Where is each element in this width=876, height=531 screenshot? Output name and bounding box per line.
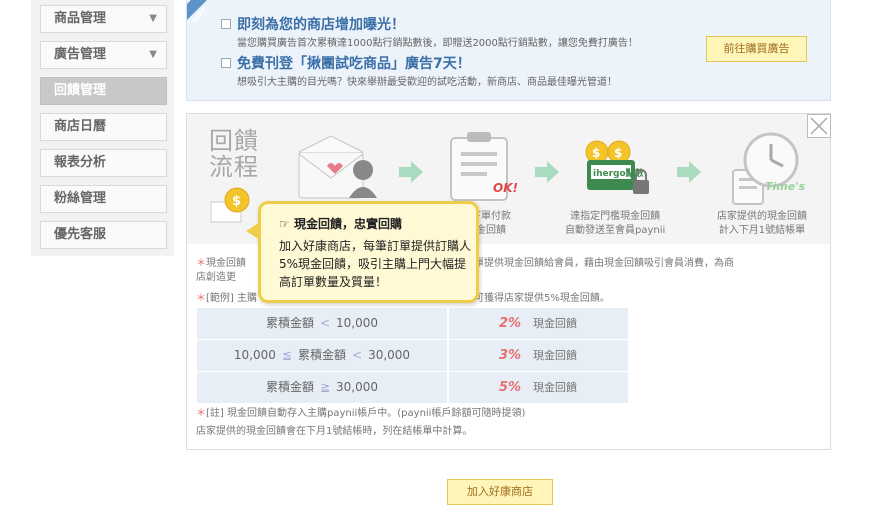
arrow-right-icon bbox=[535, 161, 559, 183]
flow-title: 回饋 流程 bbox=[209, 128, 259, 180]
gift-ribbon: GIFT bbox=[187, 0, 225, 40]
note-text: [註] 現金回饋自動存入主購paynii帳戶中。(paynii帳戶餘額可隨時提領… bbox=[206, 408, 526, 419]
rate-percent-label: 現金回饋 bbox=[533, 381, 577, 394]
rate-label: 累積金額 bbox=[265, 316, 314, 330]
table-row: 累積金額 <10,000 2% 現金回饋 bbox=[197, 308, 628, 340]
order-clipboard-icon: OK! bbox=[450, 132, 518, 201]
rate-percent-cell: 5% 現金回饋 bbox=[449, 372, 628, 403]
close-button[interactable] bbox=[807, 114, 831, 138]
cashback-tooltip: ☞ 現金回饋，忠實回購 加入好康商店，每筆訂單提供訂購人5%現金回饋，吸引主購上… bbox=[246, 201, 479, 303]
join-shop-button[interactable]: 加入好康商店 bbox=[447, 479, 553, 505]
buy-ad-button[interactable]: 前往購買廣告 bbox=[706, 36, 807, 62]
flow-caption-line: 達指定門檻現金回饋 bbox=[570, 211, 661, 222]
note-text: 現金回饋 bbox=[206, 258, 246, 269]
tooltip-title-text: 現金回饋，忠實回購 bbox=[293, 217, 402, 231]
rate-label: 累積金額 bbox=[265, 380, 314, 394]
sidebar-item-label: 廣告管理 bbox=[54, 47, 107, 62]
rate-symbol: ≧ bbox=[319, 380, 331, 394]
svg-text:$: $ bbox=[232, 194, 241, 209]
sidebar-item-label: 商品管理 bbox=[54, 11, 107, 26]
flow-caption-line: 店家提供的現金回饋 bbox=[717, 211, 807, 222]
rate-condition: 累積金額 ≧ 30,000 bbox=[197, 372, 447, 403]
rate-value: 10,000 bbox=[336, 316, 379, 330]
arrow-right-icon bbox=[399, 161, 423, 183]
sidebar-item-ads[interactable]: 廣告管理 ▼ bbox=[40, 41, 167, 69]
ok-text: OK! bbox=[493, 181, 518, 195]
sidebar-item-label: 粉絲管理 bbox=[54, 191, 107, 206]
close-icon bbox=[810, 117, 828, 135]
rate-value: 30,000 bbox=[336, 380, 379, 394]
pointing-hand-icon: ☞ bbox=[279, 217, 290, 231]
rate-symbol: < bbox=[352, 348, 363, 362]
envelope-person-icon bbox=[298, 135, 377, 199]
coin-envelope-icon: $ bbox=[210, 187, 250, 223]
flow-caption-line: 計入下月1號結帳單 bbox=[718, 225, 806, 236]
arrow-right-icon bbox=[677, 161, 701, 183]
rate-percent: 5% bbox=[499, 380, 522, 395]
note-star: ＊ bbox=[196, 258, 206, 269]
sidebar: 商品管理 ▼ 廣告管理 ▼ 回饋管理 商店日曆 報表分析 粉絲管理 優先客服 bbox=[31, 0, 174, 256]
rate-percent: 2% bbox=[499, 316, 522, 331]
footnote: ＊[註] 現金回饋自動存入主購paynii帳戶中。(paynii帳戶餘額可隨時提… bbox=[196, 407, 525, 421]
promo-title[interactable]: 即刻為您的商店增加曝光！ bbox=[237, 14, 405, 34]
svg-text:$: $ bbox=[592, 146, 600, 160]
tooltip-pointer bbox=[246, 222, 260, 240]
flow-caption-line: 自動發送至會員paynii bbox=[565, 225, 666, 236]
rate-value: 30,000 bbox=[368, 348, 411, 362]
rate-condition: 累積金額 <10,000 bbox=[197, 308, 447, 339]
table-row: 10,000 ≦ 累積金額 <30,000 3% 現金回饋 bbox=[197, 340, 628, 372]
promo-title[interactable]: 免費刊登「揪團試吃商品」廣告7天！ bbox=[237, 53, 471, 73]
flow-caption: 達指定門檻現金回饋 自動發送至會員paynii bbox=[565, 210, 665, 238]
points-card-icon: $ $ ihergo點數 bbox=[585, 140, 649, 194]
table-row: 累積金額 ≧ 30,000 5% 現金回饋 bbox=[197, 372, 628, 404]
sidebar-item-calendar[interactable]: 商店日曆 bbox=[40, 113, 167, 141]
flow-title-line: 回饋 bbox=[209, 127, 259, 155]
promo-checkbox[interactable] bbox=[221, 19, 231, 29]
sidebar-item-label: 商店日曆 bbox=[54, 119, 107, 134]
sidebar-item-label: 回饋管理 bbox=[54, 83, 107, 98]
sidebar-item-fans[interactable]: 粉絲管理 bbox=[40, 185, 167, 213]
footnote: 店家提供的現金回饋會在下月1號結帳時，列在結帳單中計算。 bbox=[196, 425, 472, 439]
clock-icon: Time's up!! bbox=[732, 132, 807, 205]
note-text: 高可獲得店家提供5%現金回饋。 bbox=[463, 293, 610, 304]
rate-percent-label: 現金回饋 bbox=[533, 317, 577, 330]
note-star: ＊ bbox=[196, 293, 206, 304]
sidebar-item-label: 報表分析 bbox=[54, 155, 107, 170]
rate-symbol: < bbox=[319, 316, 331, 330]
rate-percent: 3% bbox=[499, 348, 522, 363]
clock-text: Time's up!! bbox=[765, 180, 807, 193]
tooltip-body: 加入好康商店，每筆訂單提供訂購人5%現金回饋，吸引主購上門大幅提高訂單數量及質量… bbox=[279, 239, 472, 289]
chevron-down-icon: ▼ bbox=[149, 13, 157, 24]
gift-banner: GIFT 即刻為您的商店增加曝光！ 當您購買廣告首次累積達1000點行銷點數後，… bbox=[186, 0, 831, 101]
tooltip-title: ☞ 現金回饋，忠實回購 bbox=[279, 215, 402, 232]
rate-percent-label: 現金回饋 bbox=[533, 349, 577, 362]
flow-caption: 店家提供的現金回饋 計入下月1號結帳單 bbox=[717, 210, 807, 238]
promo-checkbox[interactable] bbox=[221, 58, 231, 68]
rate-percent-cell: 3% 現金回饋 bbox=[449, 340, 628, 371]
note-intro-cont: 店創造更 bbox=[196, 271, 236, 285]
chevron-down-icon: ▼ bbox=[149, 49, 157, 60]
note-star: ＊ bbox=[196, 408, 206, 419]
svg-text:$: $ bbox=[614, 146, 622, 160]
sidebar-item-reports[interactable]: 報表分析 bbox=[40, 149, 167, 177]
note-text: [範例] 主購 bbox=[206, 293, 257, 304]
sidebar-item-rewards[interactable]: 回饋管理 bbox=[40, 77, 167, 105]
promo-desc: 想吸引大主購的目光嗎？快來舉辦最受歡迎的試吃活動，新商店、商品最佳曝光管道！ bbox=[237, 77, 617, 88]
sidebar-item-label: 優先客服 bbox=[54, 227, 107, 242]
rate-value: 10,000 bbox=[233, 348, 276, 362]
flow-title-line: 流程 bbox=[209, 153, 259, 181]
rate-condition: 10,000 ≦ 累積金額 <30,000 bbox=[197, 340, 447, 371]
rate-symbol: ≦ bbox=[281, 348, 292, 362]
sidebar-item-support[interactable]: 優先客服 bbox=[40, 221, 167, 249]
rate-percent-cell: 2% 現金回饋 bbox=[449, 308, 628, 339]
promo-desc: 當您購買廣告首次累積達1000點行銷點數後，即贈送2000點行銷點數，讓您免費打… bbox=[237, 38, 638, 49]
note-text: 店家提供的現金回饋會在下月1號結帳時，列在結帳單中計算。 bbox=[196, 426, 473, 437]
sidebar-item-products[interactable]: 商品管理 ▼ bbox=[40, 5, 167, 33]
note-text: 店創造更 bbox=[196, 272, 236, 283]
rate-label: 累積金額 bbox=[297, 348, 346, 362]
